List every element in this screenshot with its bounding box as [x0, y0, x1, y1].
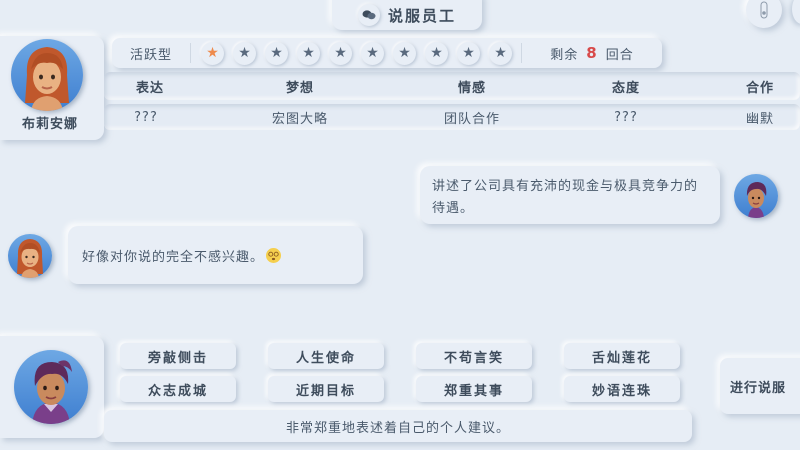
status-bar: 活跃型 ★ ★ ★ ★ ★ ★ ★ ★ ★ ★ 剩余 8 回合	[112, 38, 662, 68]
dizzy-face-icon	[266, 247, 282, 263]
star-empty-icon: ★	[265, 41, 288, 65]
page-title: 说服员工	[387, 6, 456, 25]
chat-bubbles-icon	[357, 4, 380, 26]
star-filled-icon: ★	[201, 41, 224, 65]
rounds-count: 8	[586, 44, 598, 62]
star-empty-icon: ★	[457, 41, 480, 65]
title-bar: 说服员工	[332, 0, 482, 30]
star-empty-icon: ★	[393, 41, 416, 65]
attribute-value: ???	[134, 109, 158, 125]
star-empty-icon: ★	[233, 41, 256, 65]
employee-name: 布莉安娜	[21, 117, 78, 132]
menu-button[interactable]	[746, 0, 782, 28]
option-button[interactable]: 舌灿莲花	[564, 343, 680, 369]
option-button[interactable]: 妙语连珠	[564, 376, 680, 402]
attribute-value: 幽默	[745, 111, 775, 127]
toggle-icon	[760, 1, 768, 19]
persuade-button[interactable]: 进行说服	[720, 358, 800, 414]
attribute-header: 表达	[135, 80, 165, 96]
employee-avatar	[11, 39, 83, 111]
personality-type: 活跃型	[129, 47, 172, 63]
employee-speech-bubble: 好像对你说的完全不感兴趣。	[68, 226, 363, 284]
attribute-value: 宏图大略	[271, 111, 329, 127]
player-card	[0, 336, 104, 438]
star-empty-icon: ★	[329, 41, 352, 65]
player-speech-bubble: 讲述了公司具有充沛的现金与极具竞争力的待遇。	[420, 166, 720, 224]
employee-line: 好像对你说的完全不感兴趣。	[82, 249, 265, 265]
option-button[interactable]: 旁敲侧击	[120, 343, 236, 369]
interest-stars: ★ ★ ★ ★ ★ ★ ★ ★ ★ ★	[191, 41, 521, 65]
option-button[interactable]: 众志成城	[120, 376, 236, 402]
player-avatar	[14, 350, 88, 424]
option-button[interactable]: 郑重其事	[416, 376, 532, 402]
star-empty-icon: ★	[425, 41, 448, 65]
attribute-value-row: ??? 宏图大略 团队合作 ??? 幽默	[104, 104, 800, 130]
attribute-header: 梦想	[285, 80, 315, 96]
option-button[interactable]: 近期目标	[268, 376, 384, 402]
attribute-value: ???	[614, 109, 638, 125]
attribute-value: 团队合作	[443, 111, 501, 127]
option-button[interactable]: 不苟言笑	[416, 343, 532, 369]
attribute-header: 态度	[611, 80, 641, 96]
action-description: 非常郑重地表述着自己的个人建议。	[104, 410, 692, 442]
rounds-label: 剩余	[550, 47, 579, 63]
rounds-remaining: 剩余 8 回合	[522, 44, 662, 63]
player-line: 讲述了公司具有充沛的现金与极具竞争力的待遇。	[432, 179, 699, 216]
action-description-text: 非常郑重地表述着自己的个人建议。	[285, 420, 510, 436]
attribute-header: 情感	[457, 80, 487, 96]
employee-avatar-small	[8, 234, 52, 278]
attribute-header-row: 表达 梦想 情感 态度 合作	[104, 72, 800, 100]
player-avatar-small	[734, 174, 778, 218]
star-empty-icon: ★	[489, 41, 512, 65]
employee-card: 布莉安娜	[0, 36, 104, 140]
rounds-unit: 回合	[605, 47, 634, 63]
corner-edge	[792, 0, 800, 24]
attribute-header: 合作	[745, 80, 775, 96]
star-empty-icon: ★	[361, 41, 384, 65]
star-empty-icon: ★	[297, 41, 320, 65]
option-button[interactable]: 人生使命	[268, 343, 384, 369]
